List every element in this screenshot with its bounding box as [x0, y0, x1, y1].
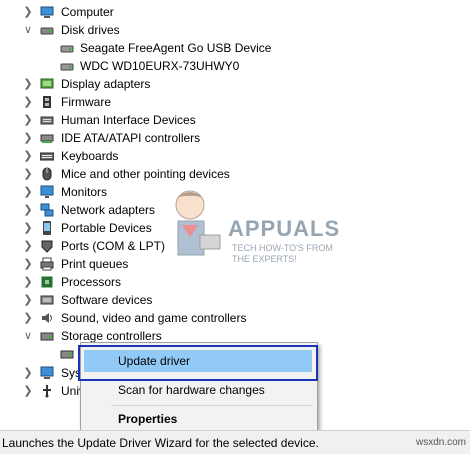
- tree-item-sound[interactable]: ❯ Sound, video and game controllers: [0, 309, 470, 327]
- chevron-right-icon[interactable]: ❯: [23, 382, 33, 400]
- port-icon: [40, 239, 54, 253]
- chevron-right-icon[interactable]: ❯: [23, 93, 33, 111]
- chevron-right-icon[interactable]: ❯: [23, 309, 33, 327]
- chevron-right-icon[interactable]: ❯: [23, 75, 33, 93]
- display-adapter-icon: [40, 77, 54, 91]
- mouse-icon: [40, 167, 54, 181]
- tree-label: Mice and other pointing devices: [61, 167, 230, 181]
- tree-item-ide[interactable]: ❯ IDE ATA/ATAPI controllers: [0, 129, 470, 147]
- disk-drive-icon: [40, 23, 54, 37]
- chevron-right-icon[interactable]: ❯: [23, 111, 33, 129]
- drive-icon: [60, 41, 74, 55]
- monitor-icon: [40, 185, 54, 199]
- annotation-highlight-box: [78, 345, 318, 381]
- chevron-right-icon[interactable]: ❯: [23, 219, 33, 237]
- menu-item-scan-hardware[interactable]: Scan for hardware changes: [84, 379, 312, 401]
- watermark-brand: APPUALS: [228, 216, 341, 241]
- status-bar: Launches the Update Driver Wizard for th…: [0, 430, 470, 454]
- tree-label: Portable Devices: [61, 221, 152, 235]
- tree-label: Ports (COM & LPT): [61, 239, 166, 253]
- tree-label: Display adapters: [61, 77, 151, 91]
- tree-label: Seagate FreeAgent Go USB Device: [80, 41, 272, 55]
- tree-label: Software devices: [61, 293, 153, 307]
- sound-icon: [40, 311, 54, 325]
- tree-item-seagate[interactable]: Seagate FreeAgent Go USB Device: [0, 39, 470, 57]
- computer-icon: [40, 5, 54, 19]
- status-text: Launches the Update Driver Wizard for th…: [2, 436, 319, 450]
- tree-item-display-adapters[interactable]: ❯ Display adapters: [0, 75, 470, 93]
- chevron-right-icon[interactable]: ❯: [23, 364, 33, 382]
- site-watermark: wsxdn.com: [415, 437, 466, 448]
- tree-item-mice[interactable]: ❯ Mice and other pointing devices: [0, 165, 470, 183]
- ide-icon: [40, 131, 54, 145]
- menu-item-properties[interactable]: Properties: [84, 408, 312, 430]
- printer-icon: [40, 257, 54, 271]
- tree-item-disk-drives[interactable]: ∨ Disk drives: [0, 21, 470, 39]
- chevron-right-icon[interactable]: ❯: [23, 183, 33, 201]
- chevron-right-icon[interactable]: ❯: [23, 291, 33, 309]
- tree-item-processors[interactable]: ❯ Processors: [0, 273, 470, 291]
- tree-label: WDC WD10EURX-73UHWY0: [80, 59, 240, 73]
- menu-item-label: Scan for hardware changes: [118, 383, 265, 397]
- chevron-right-icon[interactable]: ❯: [23, 273, 33, 291]
- portable-icon: [40, 221, 54, 235]
- system-icon: [40, 366, 54, 380]
- chevron-right-icon[interactable]: ❯: [23, 201, 33, 219]
- menu-separator: [111, 405, 313, 406]
- watermark-tagline: TECH HOW-TO'S FROM THE EXPERTS!: [232, 243, 333, 265]
- tree-label: Monitors: [61, 185, 108, 199]
- tree-item-firmware[interactable]: ❯ Firmware: [0, 93, 470, 111]
- tree-label: Sound, video and game controllers: [61, 311, 247, 325]
- tree-item-wdc[interactable]: WDC WD10EURX-73UHWY0: [0, 57, 470, 75]
- tree-item-computer[interactable]: ❯ Computer: [0, 3, 470, 21]
- chevron-right-icon[interactable]: ❯: [23, 129, 33, 147]
- software-icon: [40, 293, 54, 307]
- chevron-right-icon[interactable]: ❯: [23, 237, 33, 255]
- firmware-icon: [40, 95, 54, 109]
- tree-label: Processors: [61, 275, 122, 289]
- chevron-down-icon[interactable]: ∨: [23, 327, 33, 345]
- chevron-right-icon[interactable]: ❯: [23, 3, 33, 21]
- tree-item-software-devices[interactable]: ❯ Software devices: [0, 291, 470, 309]
- chevron-down-icon[interactable]: ∨: [23, 21, 33, 39]
- processor-icon: [40, 275, 54, 289]
- network-icon: [40, 203, 54, 217]
- hid-icon: [40, 113, 54, 127]
- chevron-right-icon[interactable]: ❯: [23, 147, 33, 165]
- tree-label: Print queues: [61, 257, 129, 271]
- usb-icon: [40, 384, 54, 398]
- tree-label: Disk drives: [61, 23, 120, 37]
- chevron-right-icon[interactable]: ❯: [23, 255, 33, 273]
- chevron-right-icon[interactable]: ❯: [23, 165, 33, 183]
- storage-device-icon: [60, 347, 74, 361]
- tree-label: IDE ATA/ATAPI controllers: [61, 131, 201, 145]
- storage-icon: [40, 329, 54, 343]
- tree-label: Human Interface Devices: [61, 113, 196, 127]
- tree-label: Storage controllers: [61, 329, 162, 343]
- tree-item-hid[interactable]: ❯ Human Interface Devices: [0, 111, 470, 129]
- tree-item-keyboards[interactable]: ❯ Keyboards: [0, 147, 470, 165]
- menu-item-label: Properties: [118, 412, 178, 426]
- drive-icon: [60, 59, 74, 73]
- tree-label: Network adapters: [61, 203, 156, 217]
- tree-label: Computer: [61, 5, 114, 19]
- tree-label: Keyboards: [61, 149, 119, 163]
- watermark-tagline-line2: THE EXPERTS!: [232, 254, 297, 264]
- keyboard-icon: [39, 149, 55, 163]
- watermark-tagline-line1: TECH HOW-TO'S FROM: [232, 243, 333, 253]
- tree-label: Firmware: [61, 95, 111, 109]
